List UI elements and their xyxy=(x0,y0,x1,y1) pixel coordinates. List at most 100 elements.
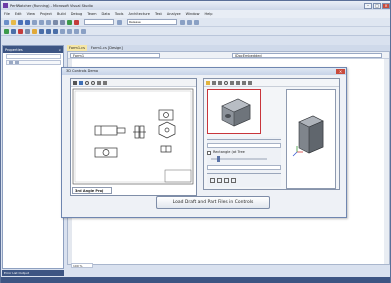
sheet-tab-3rd-angle[interactable]: 3rd Angle Proj xyxy=(72,187,112,194)
configuration-dropdown[interactable] xyxy=(84,19,114,25)
step-out-icon[interactable] xyxy=(53,28,58,34)
hex-display-icon[interactable] xyxy=(60,28,65,34)
fit-icon[interactable] xyxy=(97,80,101,85)
object-selector-dropdown[interactable] xyxy=(6,54,61,59)
part-viewer-control[interactable]: Rectangle (at Tree xyxy=(203,78,340,190)
menu-bar: File Edit View Project Build Debug Team … xyxy=(1,10,390,18)
find-icon[interactable] xyxy=(117,19,122,25)
visual-studio-window: PerfWatcher (Running) - Microsoft Visual… xyxy=(0,0,391,283)
alphabetical-icon[interactable] xyxy=(15,61,19,64)
model-viewport-selected[interactable] xyxy=(207,89,261,134)
divider xyxy=(207,173,281,174)
vertical-scrollbar[interactable] xyxy=(384,59,389,264)
paste-icon[interactable] xyxy=(46,19,51,25)
properties-toolbar xyxy=(6,60,61,65)
model-viewport-secondary[interactable] xyxy=(286,89,336,189)
menu-architecture[interactable]: Architecture xyxy=(129,12,150,16)
properties-panel-header: Properties × xyxy=(3,46,63,53)
breakpoints-icon[interactable] xyxy=(67,28,72,34)
toolbox-icon[interactable] xyxy=(194,19,199,25)
load-files-button[interactable]: Load Draft and Part Files in Controls xyxy=(156,196,270,209)
editor-zoom[interactable]: 100 % xyxy=(71,263,93,268)
categorized-icon[interactable] xyxy=(9,61,13,64)
part-model-render-secondary xyxy=(292,115,324,157)
stop-debug-icon[interactable] xyxy=(74,19,79,25)
zoom-out-icon[interactable] xyxy=(91,80,95,85)
settings-label-tree: Rectangle (at Tree xyxy=(213,150,245,154)
tree-checkbox[interactable] xyxy=(207,150,211,155)
window-title: PerfWatcher (Running) - Microsoft Visual… xyxy=(10,3,93,8)
box-icon[interactable] xyxy=(217,178,222,183)
step-into-icon[interactable] xyxy=(39,28,44,34)
section-icon[interactable] xyxy=(248,80,252,85)
debug-toolbar xyxy=(1,27,390,36)
cut-icon[interactable] xyxy=(32,19,37,25)
menu-file[interactable]: File xyxy=(4,12,10,16)
uncomment-icon[interactable] xyxy=(81,28,86,34)
new-project-icon[interactable] xyxy=(4,19,9,25)
vs-logo-icon xyxy=(3,3,8,8)
restart-icon[interactable] xyxy=(25,28,30,34)
zoom-in-icon[interactable] xyxy=(85,80,89,85)
start-debug-icon[interactable] xyxy=(67,19,72,25)
solution-explorer-icon[interactable] xyxy=(180,19,185,25)
menu-view[interactable]: View xyxy=(27,12,35,16)
menu-test[interactable]: Test xyxy=(155,12,162,16)
step-over-icon[interactable] xyxy=(46,28,51,34)
stop-icon[interactable] xyxy=(18,28,23,34)
continue-icon[interactable] xyxy=(4,28,9,34)
properties-panel-title: Properties xyxy=(5,47,23,52)
settings-field-2[interactable] xyxy=(207,165,281,170)
measure-icon[interactable] xyxy=(224,178,229,183)
close-icon[interactable]: × xyxy=(58,48,61,52)
open-icon[interactable] xyxy=(206,80,210,85)
menu-debug[interactable]: Debug xyxy=(71,12,83,16)
comment-icon[interactable] xyxy=(74,28,79,34)
draft-viewer-control[interactable]: 3rd Angle Proj xyxy=(70,78,197,196)
annotate-icon[interactable] xyxy=(231,178,236,183)
platform-dropdown[interactable]: Release xyxy=(127,19,177,25)
dialog-title: 3D Controls Demo xyxy=(66,69,99,73)
menu-project[interactable]: Project xyxy=(40,12,52,16)
pause-icon[interactable] xyxy=(11,28,16,34)
dialog-close-button[interactable]: × xyxy=(336,69,345,74)
menu-help[interactable]: Help xyxy=(204,12,212,16)
settings-row-tree: Rectangle (at Tree xyxy=(207,150,281,155)
properties-icon[interactable] xyxy=(187,19,192,25)
shading-icon[interactable] xyxy=(242,80,246,85)
editor-navigation-bar: Form1 IDocEmbedded xyxy=(68,52,389,59)
pan-icon[interactable] xyxy=(103,80,107,85)
bottom-panel-tabs[interactable]: Error List Output xyxy=(2,270,64,276)
settings-field-1[interactable] xyxy=(207,143,281,148)
show-next-statement-icon[interactable] xyxy=(32,28,37,34)
copy-icon[interactable] xyxy=(39,19,44,25)
menu-window[interactable]: Window xyxy=(186,12,200,16)
class-combo[interactable]: Form1 xyxy=(70,53,160,58)
save-icon[interactable] xyxy=(79,80,83,85)
menu-build[interactable]: Build xyxy=(57,12,66,16)
menu-analyze[interactable]: Analyze xyxy=(167,12,181,16)
menu-data[interactable]: Data xyxy=(102,12,110,16)
menu-tools[interactable]: Tools xyxy=(115,12,124,16)
divider xyxy=(207,139,281,140)
view-orientation-icon[interactable] xyxy=(236,80,240,85)
open-folder-icon[interactable] xyxy=(11,19,16,25)
member-combo[interactable]: IDocEmbedded xyxy=(232,53,382,58)
maximize-button[interactable]: □ xyxy=(373,2,381,9)
close-window-button[interactable]: × xyxy=(382,2,390,9)
minimize-button[interactable]: – xyxy=(364,2,372,9)
print-icon[interactable] xyxy=(73,80,77,85)
pointer-icon[interactable] xyxy=(210,178,215,183)
zoom-icon[interactable] xyxy=(224,80,228,85)
opacity-slider-thumb[interactable] xyxy=(217,156,220,162)
fit-icon[interactable] xyxy=(230,80,234,85)
undo-icon[interactable] xyxy=(53,19,58,25)
save-icon[interactable] xyxy=(18,19,23,25)
rotate-icon[interactable] xyxy=(212,80,216,85)
menu-team[interactable]: Team xyxy=(87,12,96,16)
3d-controls-dialog: 3D Controls Demo × 3rd Angle Proj Rectan… xyxy=(61,67,347,218)
redo-icon[interactable] xyxy=(60,19,65,25)
save-all-icon[interactable] xyxy=(25,19,30,25)
menu-edit[interactable]: Edit xyxy=(15,12,22,16)
pan-icon[interactable] xyxy=(218,80,222,85)
